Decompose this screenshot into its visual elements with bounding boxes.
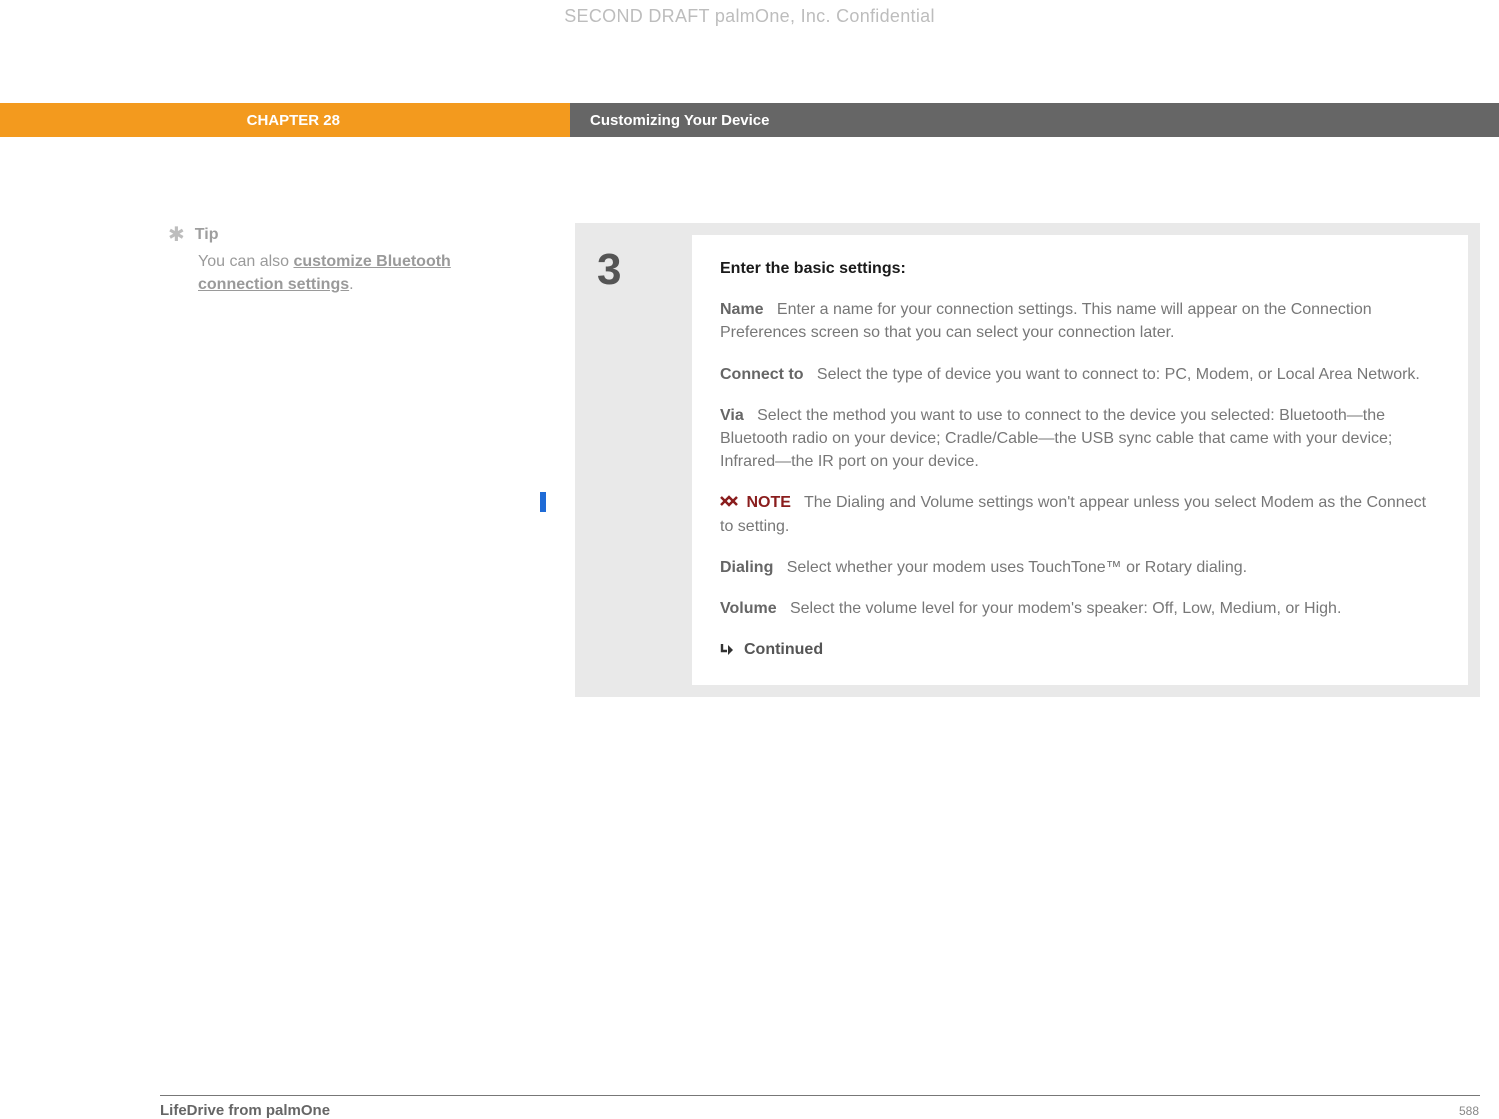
continued-arrow-icon [720,642,736,658]
setting-volume-desc: Select the volume level for your modem's… [790,600,1341,617]
tip-suffix: . [349,276,353,293]
setting-name-term: Name [720,301,764,318]
note-desc: The Dialing and Volume settings won't ap… [720,494,1426,534]
note-label: NOTE [746,494,790,511]
continued-label: Continued [744,638,823,661]
chapter-label-block: CHAPTER 28 [0,103,570,137]
chapter-title: Customizing Your Device [590,112,769,129]
setting-name: Name Enter a name for your connection se… [720,298,1440,344]
setting-connect-to: Connect to Select the type of device you… [720,363,1440,386]
tip-body: You can also customize Bluetooth connect… [198,250,478,296]
tip-row: ✱ Tip [168,223,478,250]
chapter-header: CHAPTER 28 Customizing Your Device [0,103,1499,137]
tip-sidebar: ✱ Tip You can also customize Bluetooth c… [168,223,478,296]
setting-dialing-desc: Select whether your modem uses TouchTone… [787,559,1247,576]
continued-row: Continued [720,638,1440,661]
setting-volume: Volume Select the volume level for your … [720,597,1440,620]
step-box: 3 Enter the basic settings: Name Enter a… [575,223,1480,697]
page: SECOND DRAFT palmOne, Inc. Confidential … [0,0,1499,1119]
chapter-title-block: Customizing Your Device [570,103,1499,137]
footer-page-number: 588 [1459,1104,1479,1118]
step-content: Enter the basic settings: Name Enter a n… [692,235,1468,685]
setting-connect-desc: Select the type of device you want to co… [817,366,1420,383]
step-number-column: 3 [587,235,692,685]
revision-mark-icon [540,492,546,512]
setting-via-term: Via [720,407,744,424]
step-number: 3 [597,245,692,295]
tip-prefix: You can also [198,253,293,270]
tip-label: Tip [195,223,219,246]
footer-product: LifeDrive from palmOne [160,1102,330,1119]
note-icon [720,494,738,510]
footer-rule [160,1095,1480,1096]
setting-dialing-term: Dialing [720,559,773,576]
step-heading: Enter the basic settings: [720,257,1440,280]
asterisk-icon: ✱ [168,221,185,250]
watermark-text: SECOND DRAFT palmOne, Inc. Confidential [0,6,1499,27]
setting-dialing: Dialing Select whether your modem uses T… [720,556,1440,579]
setting-via-desc: Select the method you want to use to con… [720,407,1392,470]
setting-connect-term: Connect to [720,366,804,383]
setting-via: Via Select the method you want to use to… [720,404,1440,474]
setting-name-desc: Enter a name for your connection setting… [720,301,1372,341]
setting-volume-term: Volume [720,600,777,617]
note-block: NOTE The Dialing and Volume settings won… [720,491,1440,537]
chapter-label: CHAPTER 28 [247,112,340,129]
